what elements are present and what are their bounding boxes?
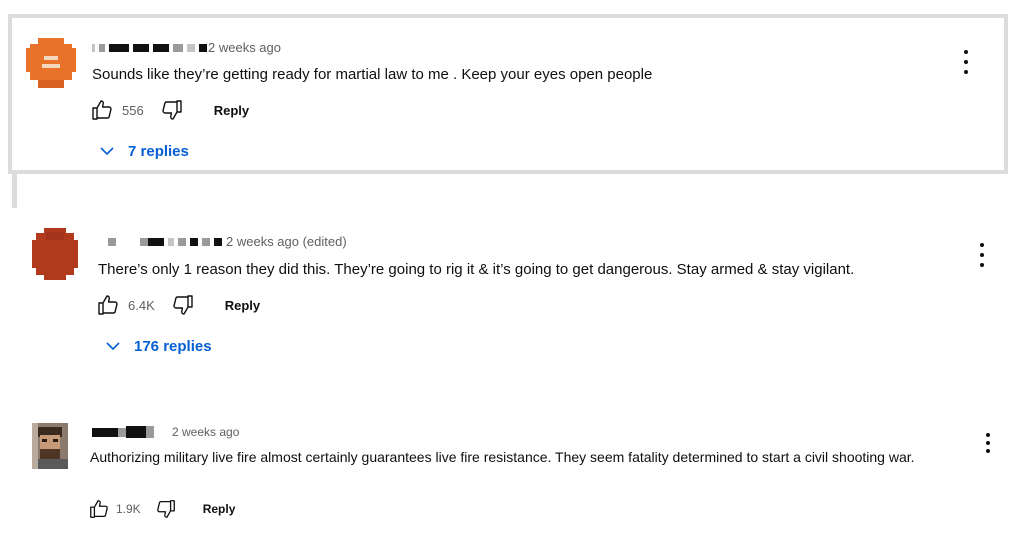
comment-meta: 2 weeks ago xyxy=(92,425,239,439)
avatar[interactable] xyxy=(26,38,76,88)
dislike-button[interactable] xyxy=(155,498,177,520)
reply-button[interactable]: Reply xyxy=(225,298,260,313)
like-count: 1.9K xyxy=(116,502,141,516)
like-button[interactable] xyxy=(90,98,114,122)
dislike-button[interactable] xyxy=(160,98,184,122)
comment-text: There’s only 1 reason they did this. The… xyxy=(98,261,855,278)
avatar[interactable] xyxy=(32,228,78,280)
author-name-redacted[interactable] xyxy=(92,426,154,438)
like-button[interactable] xyxy=(88,498,110,520)
comment-toolbar: 6.4K Reply xyxy=(96,293,260,317)
view-replies-button[interactable]: 7 replies xyxy=(98,142,189,160)
comment-timestamp[interactable]: 2 weeks ago (edited) xyxy=(226,234,347,249)
dislike-button[interactable] xyxy=(171,293,195,317)
comment-timestamp[interactable]: 2 weeks ago xyxy=(172,425,239,439)
reply-button[interactable]: Reply xyxy=(214,103,249,118)
comment-toolbar: 1.9K Reply xyxy=(88,498,235,520)
chevron-down-icon xyxy=(100,147,114,156)
thumbs-down-icon xyxy=(162,100,182,120)
replies-label: 7 replies xyxy=(128,142,189,160)
frame-divider xyxy=(12,174,17,208)
reply-button[interactable]: Reply xyxy=(203,502,236,516)
like-count: 556 xyxy=(122,102,144,118)
comment-text: Sounds like they’re getting ready for ma… xyxy=(92,66,653,83)
thumbs-up-icon xyxy=(98,295,118,315)
more-options-button[interactable] xyxy=(972,243,992,267)
comment-toolbar: 556 Reply xyxy=(90,98,249,122)
like-button[interactable] xyxy=(96,293,120,317)
comment-text: Authorizing military live fire almost ce… xyxy=(90,449,915,465)
more-vert-icon xyxy=(986,433,990,437)
author-name-redacted[interactable] xyxy=(92,43,208,52)
more-options-button[interactable] xyxy=(978,433,998,453)
comment-timestamp[interactable]: 2 weeks ago xyxy=(208,40,281,55)
more-vert-icon xyxy=(980,243,984,247)
thumbs-down-icon xyxy=(156,500,175,518)
chevron-down-icon xyxy=(106,342,120,351)
thumbs-down-icon xyxy=(173,295,193,315)
replies-label: 176 replies xyxy=(134,337,212,355)
comment-meta: 2 weeks ago xyxy=(92,40,281,55)
view-replies-button[interactable]: 176 replies xyxy=(104,337,212,355)
comment-meta: 2 weeks ago (edited) xyxy=(108,234,347,249)
thumbs-up-icon xyxy=(92,100,112,120)
more-vert-icon xyxy=(964,50,968,54)
thumbs-up-icon xyxy=(90,500,108,518)
avatar[interactable] xyxy=(32,423,68,469)
more-options-button[interactable] xyxy=(956,50,976,74)
like-count: 6.4K xyxy=(128,297,155,313)
author-name-redacted[interactable] xyxy=(108,237,226,246)
